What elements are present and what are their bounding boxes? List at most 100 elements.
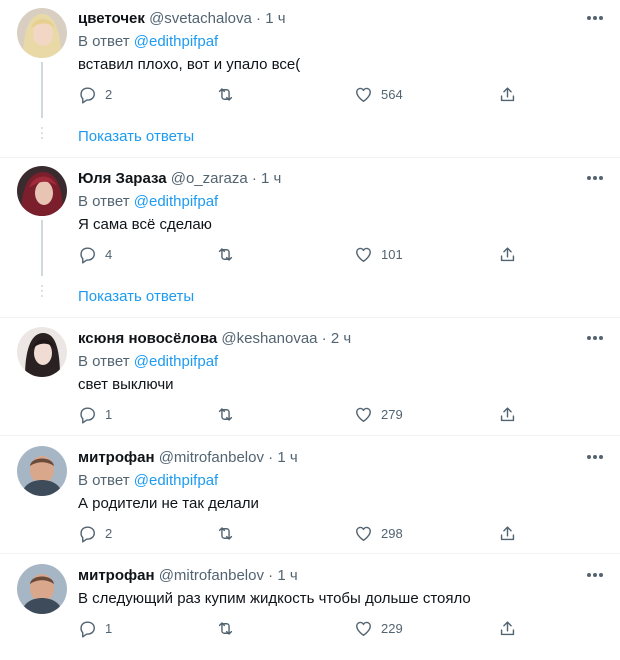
reply-icon <box>80 406 95 424</box>
reply-count: 4 <box>105 246 113 262</box>
retweet-button[interactable] <box>216 523 243 543</box>
user-handle[interactable]: @o_zaraza <box>171 170 248 187</box>
display-name[interactable]: Юля Зараза <box>78 170 167 187</box>
share-button[interactable] <box>498 523 517 543</box>
user-handle[interactable]: @keshanovaa <box>221 330 317 347</box>
share-button[interactable] <box>498 244 517 264</box>
show-replies-link[interactable]: Показать ответы <box>78 288 194 306</box>
display-name[interactable]: митрофан <box>78 449 155 466</box>
more-icon[interactable] <box>585 331 605 345</box>
more-icon[interactable] <box>585 11 605 25</box>
tweet-header: митрофан @mitrofanbelov · 1 ч <box>78 567 298 585</box>
timestamp[interactable]: 1 ч <box>277 449 297 466</box>
retweet-button[interactable] <box>216 618 243 638</box>
avatar[interactable] <box>17 166 67 216</box>
reply-icon <box>80 620 95 638</box>
reply-icon <box>80 525 95 543</box>
display-name[interactable]: митрофан <box>78 567 155 584</box>
tweet-5[interactable]: митрофан @mitrofanbelov · 1 ч В следующи… <box>0 554 620 660</box>
like-icon <box>356 407 371 422</box>
reply-mention-link[interactable]: @edithpifpaf <box>134 353 218 370</box>
like-button[interactable]: 101 <box>354 244 403 264</box>
reply-mention-link[interactable]: @edithpifpaf <box>134 193 218 210</box>
tweet-4[interactable]: митрофан @mitrofanbelov · 1 ч В ответ @e… <box>0 436 620 554</box>
retweet-button[interactable] <box>216 404 243 424</box>
user-handle[interactable]: @svetachalova <box>149 10 252 27</box>
reply-prefix: В ответ <box>78 193 130 210</box>
timestamp[interactable]: 1 ч <box>277 567 297 584</box>
like-button[interactable]: 564 <box>354 84 403 104</box>
reply-icon <box>80 86 95 104</box>
reply-mention-link[interactable]: @edithpifpaf <box>134 472 218 489</box>
more-icon[interactable] <box>585 568 605 582</box>
like-button[interactable]: 229 <box>354 618 403 638</box>
display-name[interactable]: цветочек <box>78 10 145 27</box>
retweet-icon <box>218 621 233 635</box>
retweet-icon <box>218 526 233 540</box>
avatar-image <box>17 8 67 58</box>
share-icon <box>500 246 515 261</box>
retweet-icon <box>218 247 233 261</box>
avatar[interactable] <box>17 564 67 614</box>
avatar[interactable] <box>17 327 67 377</box>
show-replies-link[interactable]: Показать ответы <box>78 128 194 146</box>
share-icon <box>500 525 515 540</box>
like-icon <box>356 621 371 636</box>
retweet-icon <box>218 87 233 101</box>
reply-count: 1 <box>105 620 113 636</box>
like-count: 279 <box>381 406 403 422</box>
reply-context: В ответ @edithpifpaf <box>78 353 218 371</box>
tweet-header: цветочек @svetachalova · 1 ч <box>78 10 286 28</box>
like-count: 101 <box>381 246 403 262</box>
reply-context: В ответ @edithpifpaf <box>78 193 218 211</box>
tweet-3[interactable]: ксюня новосёлова @keshanovaa · 2 ч В отв… <box>0 318 620 436</box>
reply-count: 2 <box>105 86 113 102</box>
timestamp[interactable]: 1 ч <box>265 10 285 27</box>
tweet-header: ксюня новосёлова @keshanovaa · 2 ч <box>78 330 351 348</box>
tweet-text: вставил плохо, вот и упало все( <box>78 56 301 73</box>
like-icon <box>356 247 371 262</box>
user-handle[interactable]: @mitrofanbelov <box>159 567 264 584</box>
share-button[interactable] <box>498 404 517 424</box>
tweet-text: свет выключи <box>78 376 174 393</box>
action-bar: 1 229 <box>78 618 528 638</box>
reply-button[interactable]: 1 <box>78 404 112 424</box>
reply-prefix: В ответ <box>78 472 130 489</box>
reply-button[interactable]: 2 <box>78 523 112 543</box>
reply-button[interactable]: 2 <box>78 84 112 104</box>
tweet-header: Юля Зараза @o_zaraza · 1 ч <box>78 170 281 188</box>
avatar[interactable] <box>17 446 67 496</box>
share-icon <box>500 620 515 635</box>
tweet-1[interactable]: цветочек @svetachalova · 1 ч В ответ @ed… <box>0 0 620 160</box>
separator-dot: · <box>251 170 257 187</box>
retweet-button[interactable] <box>216 244 243 264</box>
reply-button[interactable]: 4 <box>78 244 112 264</box>
like-count: 298 <box>381 525 403 541</box>
reply-context: В ответ @edithpifpaf <box>78 33 218 51</box>
like-button[interactable]: 298 <box>354 523 403 543</box>
like-button[interactable]: 279 <box>354 404 403 424</box>
tweet-header: митрофан @mitrofanbelov · 1 ч <box>78 449 298 467</box>
action-bar: 2 298 <box>78 523 528 543</box>
share-button[interactable] <box>498 84 517 104</box>
reply-mention-link[interactable]: @edithpifpaf <box>134 33 218 50</box>
avatar-image <box>17 564 67 614</box>
timestamp[interactable]: 2 ч <box>331 330 351 347</box>
share-button[interactable] <box>498 618 517 638</box>
timestamp[interactable]: 1 ч <box>261 170 281 187</box>
more-icon[interactable] <box>585 450 605 464</box>
reply-context: В ответ @edithpifpaf <box>78 472 218 490</box>
user-handle[interactable]: @mitrofanbelov <box>159 449 264 466</box>
like-icon <box>356 87 371 102</box>
retweet-button[interactable] <box>216 84 243 104</box>
avatar[interactable] <box>17 8 67 58</box>
share-icon <box>500 406 515 421</box>
tweet-2[interactable]: Юля Зараза @o_zaraza · 1 ч В ответ @edit… <box>0 158 620 318</box>
display-name[interactable]: ксюня новосёлова <box>78 330 217 347</box>
like-icon <box>356 526 371 541</box>
more-icon[interactable] <box>585 171 605 185</box>
tweet-text: А родители не так делали <box>78 495 259 512</box>
reply-icon <box>80 246 95 264</box>
reply-button[interactable]: 1 <box>78 618 112 638</box>
action-bar: 2 564 <box>78 84 528 104</box>
